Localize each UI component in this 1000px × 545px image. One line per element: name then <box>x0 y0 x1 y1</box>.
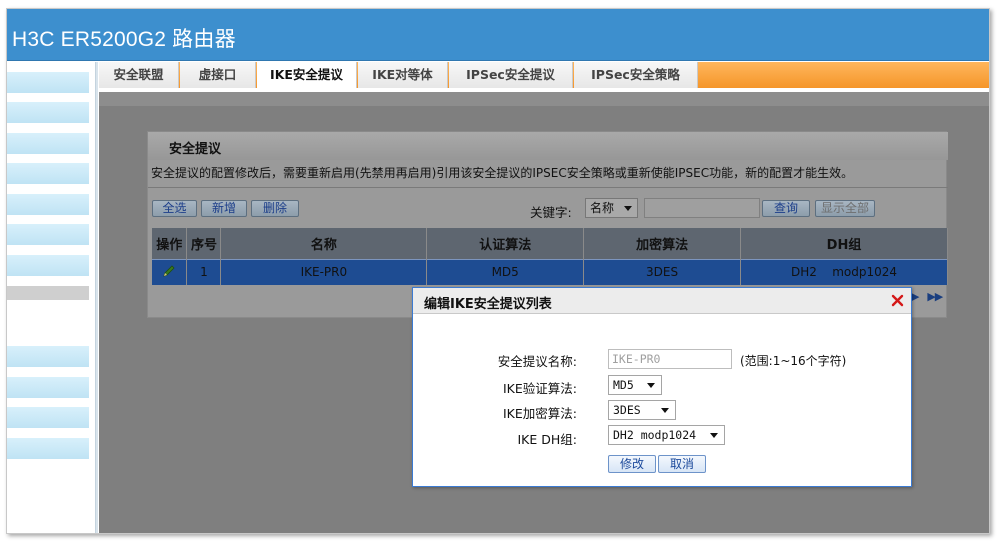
app-title: H3C ER5200G2 路由器 <box>12 28 236 51</box>
enc-algorithm-select[interactable]: 3DES <box>608 400 676 420</box>
last-page-icon[interactable]: ▶▶ <box>927 290 943 303</box>
proposal-name-label: 安全提议名称: <box>497 354 577 369</box>
panel-title: 安全提议 <box>169 142 222 157</box>
select-all-button[interactable]: 全选 <box>152 200 197 217</box>
keyword-field-select[interactable]: 名称 <box>585 198 638 218</box>
chevron-down-icon <box>710 433 718 438</box>
proposal-name-hint: (范围:1~16个字符) <box>740 354 847 368</box>
sidebar-item[interactable] <box>7 438 89 459</box>
divider <box>148 187 948 188</box>
panel-header: 安全提议 <box>148 132 948 160</box>
sidebar-item[interactable] <box>7 377 89 398</box>
dialog-title: 编辑IKE安全提议列表 <box>424 297 552 312</box>
delete-button[interactable]: 删除 <box>251 200 299 217</box>
row-dh: DH2 modp1024 <box>740 258 948 285</box>
enc-algorithm-value: 3DES <box>613 403 641 417</box>
pager: ▶ ▶▶ <box>911 290 943 303</box>
close-icon[interactable] <box>891 294 904 307</box>
keyword-label: 关键字: <box>530 205 572 220</box>
chevron-down-icon <box>647 383 655 388</box>
sidebar-item[interactable] <box>7 72 89 93</box>
tab-ike-proposal[interactable]: IKE安全提议 <box>257 62 357 89</box>
col-dh[interactable]: DH组 <box>740 228 948 259</box>
table-row[interactable]: 1 IKE-PR0 MD5 3DES DH2 modp1024 <box>152 258 948 285</box>
modify-button[interactable]: 修改 <box>608 455 656 473</box>
next-page-icon[interactable]: ▶ <box>911 290 920 303</box>
sidebar-item[interactable] <box>7 407 89 428</box>
col-index: 序号 <box>186 228 222 259</box>
row-name: IKE-PR0 <box>220 258 428 285</box>
auth-algorithm-select[interactable]: MD5 <box>608 375 662 395</box>
config-note: 安全提议的配置修改后，需要重新启用(先禁用再启用)引用该安全提议的IPSEC安全… <box>151 166 854 180</box>
dh-group-label: IKE DH组: <box>517 432 578 447</box>
sidebar-item[interactable] <box>7 224 89 245</box>
col-enc[interactable]: 加密算法 <box>583 228 742 259</box>
enc-algorithm-label: IKE加密算法: <box>503 406 577 421</box>
show-all-button[interactable]: 显示全部 <box>815 200 875 217</box>
col-op: 操作 <box>152 228 188 259</box>
tab-ipsec-proposal[interactable]: IPSec安全提议 <box>449 62 573 88</box>
tab-ike-peer[interactable]: IKE对等体 <box>358 62 448 88</box>
browser-frame: H3C ER5200G2 路由器 r 安全联盟 虚接口 IKE安全提议 IKE对… <box>6 8 990 534</box>
sidebar-item[interactable] <box>7 194 89 215</box>
sidebar-item[interactable] <box>7 163 89 184</box>
dh-group-value: DH2 modp1024 <box>613 428 697 442</box>
tab-ipsec-policy[interactable]: IPSec安全策略 <box>574 62 698 88</box>
sidebar-item[interactable] <box>7 102 89 123</box>
dialog-header: 编辑IKE安全提议列表 <box>413 288 911 314</box>
row-enc: 3DES <box>583 258 742 285</box>
keyword-input[interactable] <box>644 198 760 218</box>
chevron-down-icon <box>661 408 669 413</box>
add-button[interactable]: 新增 <box>201 200 247 217</box>
dh-group-select[interactable]: DH2 modp1024 <box>608 425 725 445</box>
sidebar-item-selected[interactable] <box>7 286 89 300</box>
pencil-icon[interactable] <box>162 264 176 278</box>
row-auth: MD5 <box>426 258 585 285</box>
edit-proposal-dialog: 编辑IKE安全提议列表 安全提议名称: IKE-PR0 (范围:1~16个字符)… <box>412 287 912 487</box>
keyword-field-value: 名称 <box>590 201 615 215</box>
edit-cell[interactable] <box>152 258 188 285</box>
sidebar-splitter[interactable] <box>95 62 98 533</box>
search-button[interactable]: 查询 <box>762 200 810 217</box>
proposal-name-input[interactable]: IKE-PR0 <box>608 349 732 369</box>
sidebar-item[interactable] <box>7 133 89 154</box>
row-index: 1 <box>186 258 222 285</box>
sidebar-item[interactable] <box>7 346 89 367</box>
sidebar: r <box>7 62 95 533</box>
auth-algorithm-label: IKE验证算法: <box>503 381 577 396</box>
auth-algorithm-value: MD5 <box>613 378 634 392</box>
content-band <box>99 92 989 106</box>
col-name[interactable]: 名称 <box>220 228 428 259</box>
sidebar-item[interactable] <box>7 255 89 276</box>
col-auth[interactable]: 认证算法 <box>426 228 585 259</box>
cancel-button[interactable]: 取消 <box>658 455 706 473</box>
tab-bar: 安全联盟 虚接口 IKE安全提议 IKE对等体 IPSec安全提议 IPSec安… <box>99 62 989 89</box>
tab-virtual-interface[interactable]: 虚接口 <box>180 62 256 88</box>
table-header-row: 操作 序号 名称 认证算法 加密算法 DH组 <box>152 228 948 259</box>
tab-security-association[interactable]: 安全联盟 <box>99 62 179 88</box>
chevron-down-icon <box>624 206 632 211</box>
proposal-table: 操作 序号 名称 认证算法 加密算法 DH组 1 IKE-PR0 MD5 3DE… <box>152 228 948 285</box>
app-header: H3C ER5200G2 路由器 <box>7 9 989 61</box>
